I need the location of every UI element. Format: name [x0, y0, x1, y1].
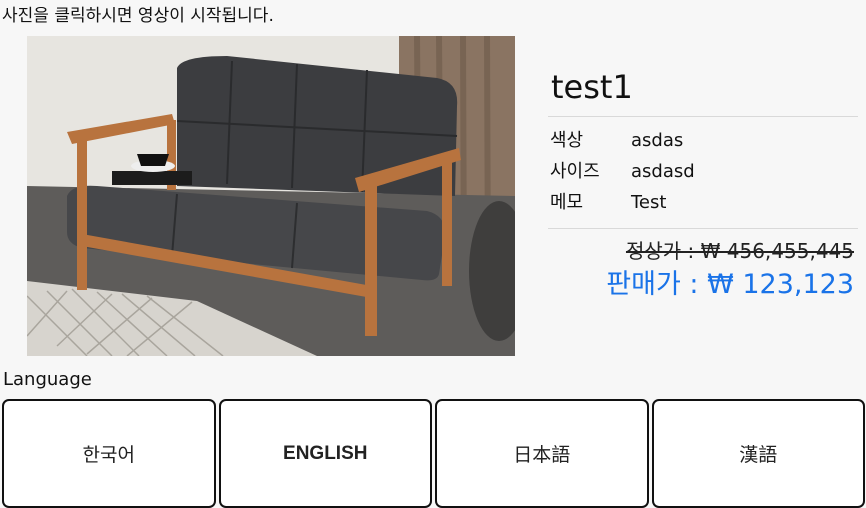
sofa-image: [27, 36, 515, 356]
spec-list: 색상 asdas 사이즈 asdasd 메모 Test: [548, 117, 858, 228]
language-button-japanese[interactable]: 日本語: [435, 399, 649, 508]
spec-value: Test: [631, 192, 667, 213]
language-label: Language: [3, 369, 92, 390]
language-button-chinese[interactable]: 漢語: [651, 399, 865, 508]
spec-row-memo: 메모 Test: [548, 187, 858, 218]
product-photo[interactable]: [27, 36, 515, 356]
product-title: test1: [551, 68, 633, 106]
spec-row-color: 색상 asdas: [548, 125, 858, 156]
spec-value: asdas: [631, 130, 684, 151]
spec-label: 메모: [550, 192, 584, 213]
language-button-english[interactable]: ENGLISH: [218, 399, 432, 508]
regular-price: 정상가 : ₩ 456,455,445: [625, 239, 854, 263]
spec-label: 사이즈: [550, 161, 600, 182]
language-button-korean[interactable]: 한국어: [2, 399, 216, 508]
sale-price: 판매가 : ₩ 123,123: [606, 269, 854, 300]
price-block: 정상가 : ₩ 456,455,445 판매가 : ₩ 123,123: [548, 229, 858, 303]
spec-value: asdasd: [631, 161, 695, 182]
language-selector: 한국어 ENGLISH 日本語 漢語: [2, 399, 865, 508]
video-hint-text: 사진을 클릭하시면 영상이 시작됩니다.: [2, 6, 274, 26]
product-info: test1 색상 asdas 사이즈 asdasd 메모 Test 정상가 : …: [548, 58, 858, 303]
spec-label: 색상: [550, 130, 584, 151]
spec-row-size: 사이즈 asdasd: [548, 156, 858, 187]
